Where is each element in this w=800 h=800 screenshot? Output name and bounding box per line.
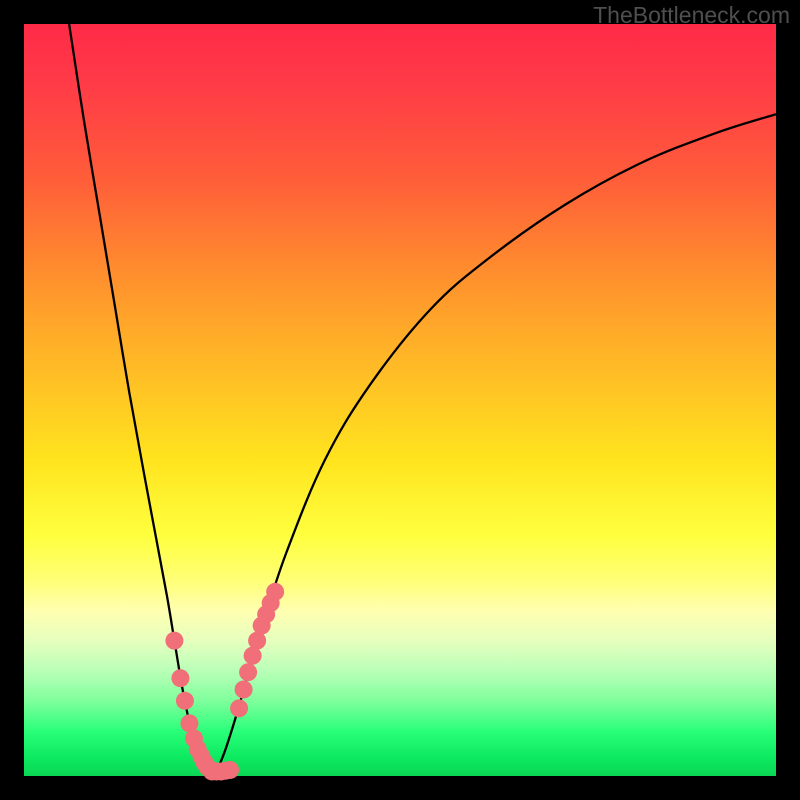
curve-right-branch xyxy=(212,114,776,772)
data-marker xyxy=(171,669,189,687)
curve-layer xyxy=(69,24,776,772)
data-marker xyxy=(176,692,194,710)
data-marker xyxy=(235,681,253,699)
chart-frame: TheBottleneck.com xyxy=(0,0,800,800)
curve-left-branch xyxy=(69,24,212,772)
data-marker xyxy=(230,699,248,717)
data-marker xyxy=(239,663,257,681)
chart-svg xyxy=(24,24,776,776)
data-marker xyxy=(266,583,284,601)
data-marker xyxy=(221,761,239,779)
watermark-text: TheBottleneck.com xyxy=(593,2,790,29)
data-marker xyxy=(165,632,183,650)
